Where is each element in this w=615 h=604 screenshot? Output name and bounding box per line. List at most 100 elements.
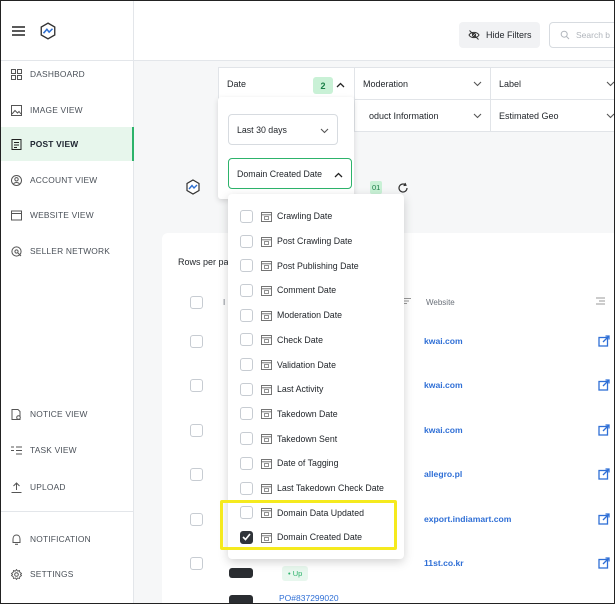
estimated-geo-filter[interactable]: Estimated Geo (490, 99, 614, 132)
post-thumbnail[interactable] (229, 595, 253, 603)
sidebar-item-label: WEBSITE VIEW (30, 210, 94, 220)
date-option-label: Date of Tagging (277, 458, 339, 469)
row-checkbox[interactable] (190, 335, 203, 348)
date-option-checkbox[interactable] (240, 209, 253, 223)
select-all-checkbox[interactable] (190, 296, 203, 309)
sidebar-item-seller-network[interactable]: SELLER NETWORK (1, 234, 134, 268)
website-link[interactable]: export.indiamart.com (424, 514, 511, 524)
calendar-icon (261, 310, 272, 321)
bell-icon (9, 532, 23, 546)
sidebar-item-task-view[interactable]: TASK VIEW (1, 433, 134, 467)
sidebar-item-label: UPLOAD (30, 482, 66, 492)
row-checkbox[interactable] (190, 468, 203, 481)
date-option-last-activity[interactable]: Last Activity (228, 377, 404, 402)
date-option-checkbox[interactable] (240, 407, 253, 421)
date-option-checkbox[interactable] (240, 259, 253, 273)
sidebar-header (1, 1, 133, 61)
date-option-checkbox[interactable] (240, 432, 253, 446)
date-option-label: Takedown Sent (277, 433, 338, 444)
external-link-icon[interactable] (598, 512, 610, 530)
chevron-down-icon (320, 126, 329, 136)
brand-logo-icon[interactable] (39, 21, 57, 40)
sidebar-item-account-view[interactable]: ACCOUNT VIEW (1, 163, 134, 197)
date-filter-count-badge: 2 (313, 77, 333, 94)
date-option-comment-date[interactable]: Comment Date (228, 278, 404, 303)
sidebar-item-dashboard[interactable]: DASHBOARD (1, 57, 134, 91)
website-link[interactable]: kwai.com (424, 380, 463, 390)
upload-icon (9, 480, 23, 494)
date-option-checkbox[interactable] (240, 333, 253, 347)
date-option-check-date[interactable]: Check Date (228, 328, 404, 353)
calendar-icon (261, 285, 272, 296)
date-option-validation-date[interactable]: Validation Date (228, 352, 404, 377)
date-option-crawling-date[interactable]: Crawling Date (228, 204, 404, 229)
date-filter[interactable]: Date 2 (218, 67, 355, 100)
date-range-select[interactable]: Last 30 days (228, 114, 338, 145)
date-option-domain-data-updated[interactable]: Domain Data Updated (228, 500, 404, 525)
date-option-post-crawling-date[interactable]: Post Crawling Date (228, 229, 404, 254)
external-link-icon[interactable] (598, 556, 610, 574)
sidebar-item-settings[interactable]: SETTINGS (1, 557, 134, 591)
external-link-icon[interactable] (598, 378, 610, 396)
external-link-icon[interactable] (598, 423, 610, 441)
date-option-domain-created-date[interactable]: Domain Created Date (228, 525, 404, 550)
column-settings-icon[interactable] (596, 297, 605, 307)
column-sort-icon[interactable] (404, 297, 411, 307)
search-input[interactable]: Search b (549, 22, 614, 48)
date-option-checkbox[interactable] (240, 308, 253, 322)
website-link[interactable]: kwai.com (424, 336, 463, 346)
date-option-checkbox[interactable] (240, 506, 253, 520)
sidebar-item-upload[interactable]: UPLOAD (1, 470, 134, 504)
date-option-takedown-sent[interactable]: Takedown Sent (228, 426, 404, 451)
date-option-last-takedown-check-date[interactable]: Last Takedown Check Date (228, 476, 404, 501)
post-thumbnail[interactable] (229, 568, 253, 578)
date-field-select[interactable]: Domain Created Date (228, 158, 352, 189)
account-icon (9, 173, 23, 187)
sidebar-item-image-view[interactable]: IMAGE VIEW (1, 93, 134, 127)
sidebar-item-notification[interactable]: NOTIFICATION (1, 522, 134, 556)
date-option-date-of-tagging[interactable]: Date of Tagging (228, 451, 404, 476)
external-link-icon[interactable] (598, 334, 610, 352)
website-link[interactable]: allegro.pl (424, 469, 462, 479)
sidebar-item-label: NOTICE VIEW (30, 409, 88, 419)
network-icon (9, 244, 23, 258)
date-option-post-publishing-date[interactable]: Post Publishing Date (228, 253, 404, 278)
row-checkbox[interactable] (190, 513, 203, 526)
post-id-link[interactable]: PO#837299020 (279, 593, 339, 603)
label-filter[interactable]: Label (490, 67, 614, 100)
date-option-checkbox[interactable] (240, 456, 253, 470)
estimated-geo-filter-label: Estimated Geo (499, 110, 559, 121)
product-information-filter[interactable]: oduct Information (354, 99, 491, 132)
date-option-label: Comment Date (277, 285, 337, 296)
sidebar-item-notice-view[interactable]: NOTICE VIEW (1, 397, 134, 431)
row-checkbox[interactable] (190, 379, 203, 392)
row-checkbox[interactable] (190, 424, 203, 437)
website-link[interactable]: 11st.co.kr (424, 558, 464, 568)
sidebar-item-label: ACCOUNT VIEW (30, 175, 98, 185)
date-option-checkbox[interactable] (240, 283, 253, 297)
website-link[interactable]: kwai.com (424, 425, 463, 435)
search-icon (558, 28, 572, 42)
date-option-checkbox[interactable] (240, 530, 253, 544)
image-icon (9, 103, 23, 117)
rows-per-page-label: Rows per pa (178, 257, 229, 267)
chevron-down-icon (606, 79, 614, 89)
calendar-icon (261, 211, 272, 222)
date-option-label: Post Crawling Date (277, 236, 353, 247)
sidebar-item-website-view[interactable]: WEBSITE VIEW (1, 198, 134, 232)
external-link-icon[interactable] (598, 467, 610, 485)
date-option-takedown-date[interactable]: Takedown Date (228, 402, 404, 427)
sidebar-item-post-view[interactable]: POST VIEW (1, 127, 134, 161)
date-option-label: Takedown Date (277, 408, 338, 419)
date-option-label: Moderation Date (277, 310, 343, 321)
date-option-checkbox[interactable] (240, 358, 253, 372)
row-checkbox[interactable] (190, 557, 203, 570)
date-option-checkbox[interactable] (240, 382, 253, 396)
moderation-filter[interactable]: Moderation (354, 67, 491, 100)
hide-filters-button[interactable]: Hide Filters (459, 22, 540, 48)
date-option-moderation-date[interactable]: Moderation Date (228, 303, 404, 328)
hamburger-menu-icon[interactable] (11, 24, 25, 38)
date-option-checkbox[interactable] (240, 481, 253, 495)
sidebar-item-label: IMAGE VIEW (30, 105, 83, 115)
date-option-checkbox[interactable] (240, 234, 253, 248)
